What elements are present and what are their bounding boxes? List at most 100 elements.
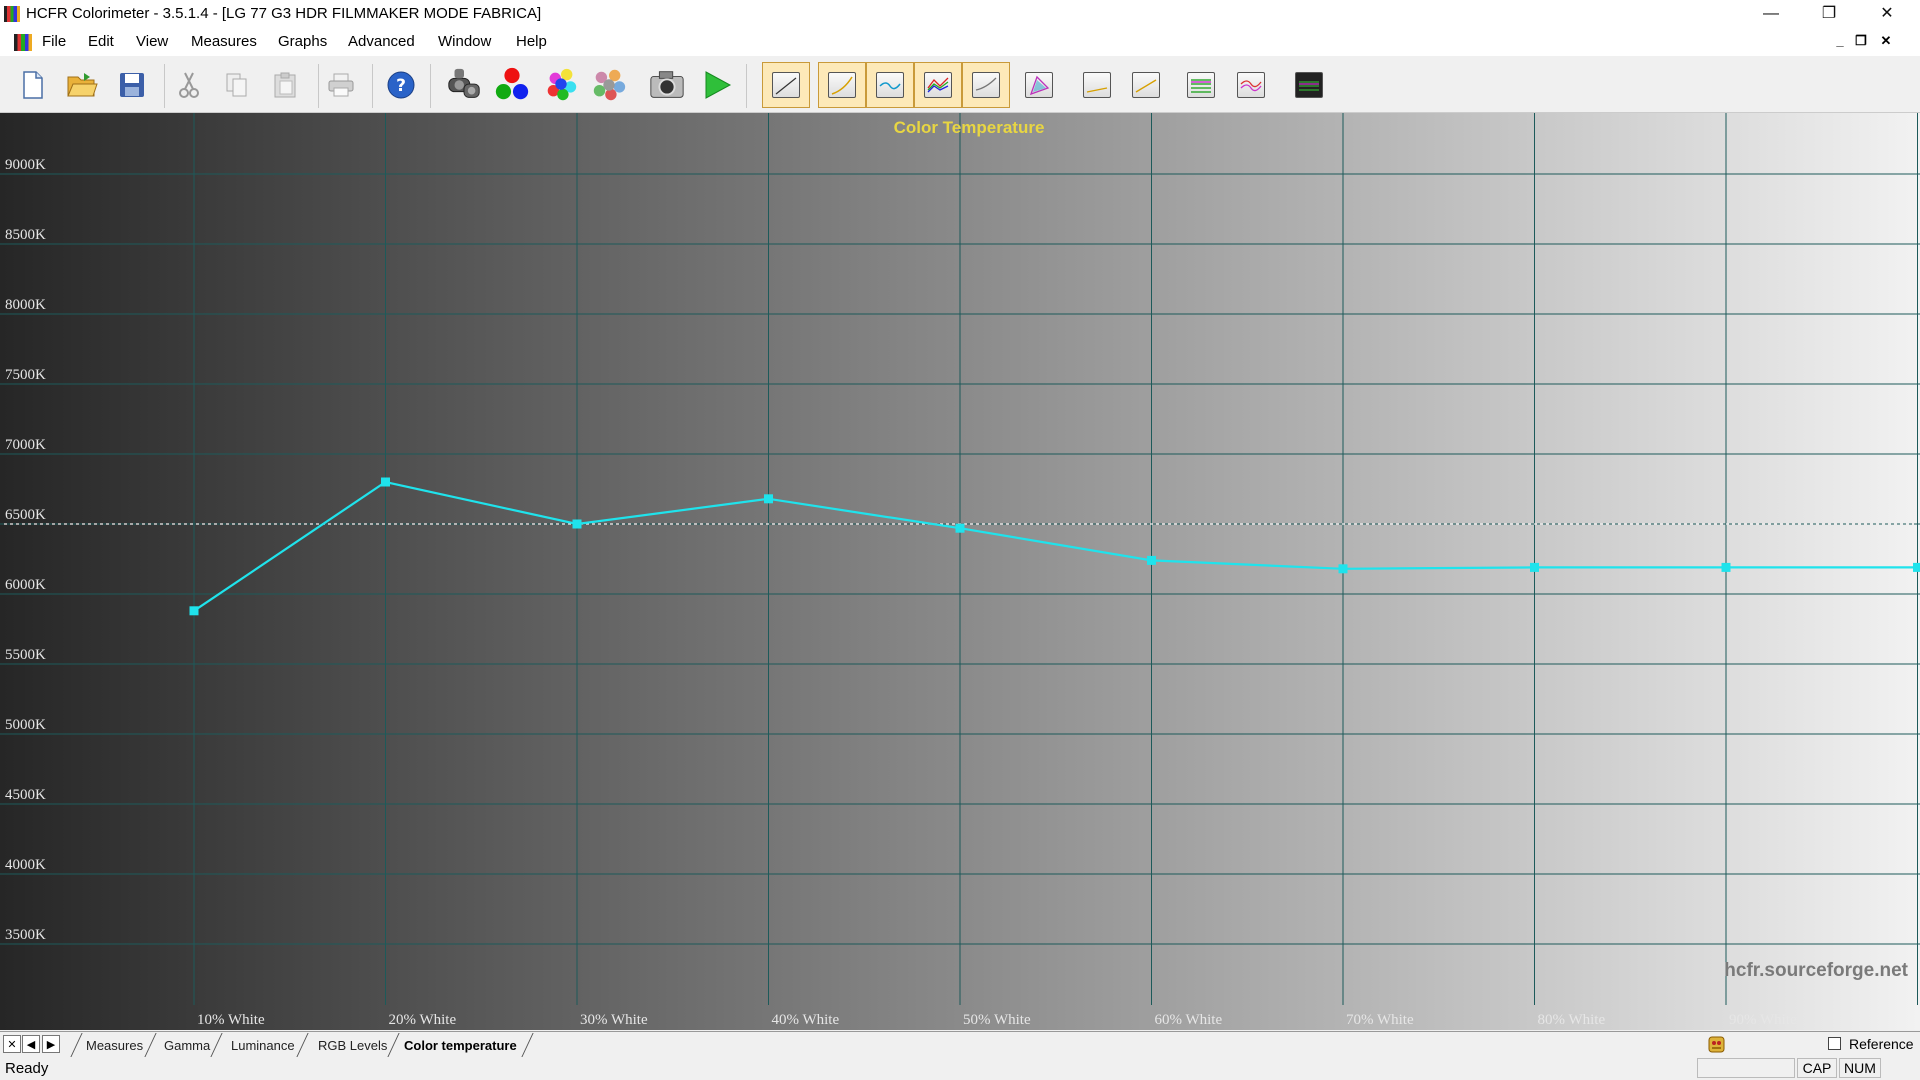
histogram-graph-button[interactable]: [1290, 66, 1328, 104]
mdi-close-button[interactable]: ✕: [1878, 32, 1894, 50]
x-tick-label: 70% White: [1346, 1012, 1414, 1028]
open-button[interactable]: [63, 66, 101, 104]
title-bar: HCFR Colorimeter - 3.5.1.4 - [LG 77 G3 H…: [0, 0, 1920, 28]
copy-icon: [226, 73, 247, 97]
document-icon[interactable]: [14, 34, 32, 51]
tab-rgb-levels[interactable]: RGB Levels: [318, 1038, 387, 1053]
menu-file[interactable]: File: [42, 33, 66, 50]
y-tick-label: 9000K: [5, 157, 46, 173]
toolbar-separator: [746, 64, 747, 108]
app-icon: [4, 6, 20, 22]
cut-button[interactable]: [170, 66, 208, 104]
camera-icon: [650, 71, 684, 98]
reference-checkbox[interactable]: [1828, 1037, 1841, 1050]
run-button[interactable]: [698, 66, 736, 104]
tab-gamma[interactable]: Gamma: [164, 1038, 210, 1053]
graph-luminance-icon: [772, 72, 800, 98]
close-view-button[interactable]: ✕: [3, 1035, 21, 1053]
new-document-icon: [23, 71, 43, 99]
tab-divider: [210, 1033, 223, 1057]
graph-near-white-icon: [1132, 72, 1160, 98]
y-tick-label: 8000K: [5, 297, 46, 313]
color-checker-icon: [593, 69, 626, 101]
saturation-shift-graph-button[interactable]: [1232, 66, 1270, 104]
close-button[interactable]: ✕: [1858, 0, 1916, 28]
print-button[interactable]: [322, 66, 360, 104]
graph-delta-e-icon: [972, 72, 1000, 98]
data-point: [955, 523, 965, 533]
menu-graphs[interactable]: Graphs: [278, 33, 327, 50]
next-tab-button[interactable]: ▶: [42, 1035, 60, 1053]
y-tick-label: 7000K: [5, 437, 46, 453]
tab-divider: [144, 1033, 157, 1057]
tab-color-temperature[interactable]: Color temperature: [404, 1038, 517, 1053]
cut-icon: [179, 72, 199, 98]
luminance-graph-button[interactable]: [762, 62, 810, 108]
graph-saturation-icon: [1187, 72, 1215, 98]
tab-divider: [70, 1033, 83, 1057]
menu-measures[interactable]: Measures: [191, 33, 257, 50]
rgb-levels-graph-button[interactable]: [914, 62, 962, 108]
open-folder-icon: [67, 73, 98, 97]
camera-button[interactable]: [648, 66, 686, 104]
menu-help[interactable]: Help: [516, 33, 547, 50]
new-document-button[interactable]: [14, 66, 52, 104]
reference-label: Reference: [1849, 1036, 1914, 1052]
status-text: Ready: [5, 1060, 49, 1077]
near-white-graph-button[interactable]: [1127, 66, 1165, 104]
paste-icon: [274, 72, 296, 98]
tab-luminance[interactable]: Luminance: [231, 1038, 295, 1053]
save-button[interactable]: [113, 66, 151, 104]
menu-window[interactable]: Window: [438, 33, 491, 50]
gamma-graph-button[interactable]: [818, 62, 866, 108]
status-pane: [1697, 1058, 1795, 1078]
data-point: [1913, 562, 1920, 572]
saturation-graph-button[interactable]: [1182, 66, 1220, 104]
y-tick-label: 8500K: [5, 227, 46, 243]
menu-edit[interactable]: Edit: [88, 33, 114, 50]
x-tick-label: 20% White: [389, 1012, 457, 1028]
graph-rgb-levels-icon: [924, 72, 952, 98]
menu-bar: File Edit View Measures Graphs Advanced …: [0, 28, 1920, 56]
toolbar: ?: [0, 58, 1920, 113]
save-icon: [120, 73, 144, 97]
x-tick-label: 50% White: [963, 1012, 1031, 1028]
menu-advanced[interactable]: Advanced: [348, 33, 415, 50]
chart-canvas: 3500K 4000K 4500K 5000K 5500K 6000K 6500K 7000K…: [0, 113, 1920, 1030]
y-tick-label: 6500K: [5, 507, 46, 523]
data-point: [189, 606, 199, 616]
help-button[interactable]: ?: [382, 66, 420, 104]
x-tick-label: 10% White: [197, 1012, 265, 1028]
status-indicator-icon: [1708, 1036, 1725, 1053]
rgb-primaries-button[interactable]: [493, 66, 531, 104]
y-tick-label: 4000K: [5, 857, 46, 873]
graph-histogram-icon: [1295, 72, 1323, 98]
x-tick-label: 80% White: [1538, 1012, 1606, 1028]
copy-button[interactable]: [218, 66, 256, 104]
toolbar-separator: [372, 64, 373, 108]
mdi-minimize-button[interactable]: _: [1832, 32, 1848, 50]
y-tick-label: 3500K: [5, 927, 46, 943]
delta-e-graph-button[interactable]: [962, 62, 1010, 108]
restore-button[interactable]: ❐: [1800, 0, 1858, 28]
sensor-icon: [448, 68, 480, 98]
graph-saturation-shift-icon: [1237, 72, 1265, 98]
rgb-primaries-icon: [495, 67, 529, 100]
cie-graph-button[interactable]: [1020, 66, 1058, 104]
mdi-restore-button[interactable]: ❐: [1853, 32, 1869, 50]
near-black-graph-button[interactable]: [1078, 66, 1116, 104]
graph-color-temp-icon: [876, 72, 904, 98]
minimize-button[interactable]: —: [1742, 0, 1800, 28]
menu-view[interactable]: View: [136, 33, 168, 50]
y-tick-label: 5500K: [5, 647, 46, 663]
secondaries-button[interactable]: [542, 66, 580, 104]
x-tick-label: 40% White: [772, 1012, 840, 1028]
paste-button[interactable]: [266, 66, 304, 104]
x-tick-label: 90% White: [1729, 1012, 1797, 1028]
graph-cie-icon: [1025, 72, 1053, 98]
color-checker-button[interactable]: [590, 66, 628, 104]
tab-measures[interactable]: Measures: [86, 1038, 143, 1053]
prev-tab-button[interactable]: ◀: [22, 1035, 40, 1053]
color-temp-graph-button[interactable]: [866, 62, 914, 108]
sensor-button[interactable]: [445, 66, 483, 104]
